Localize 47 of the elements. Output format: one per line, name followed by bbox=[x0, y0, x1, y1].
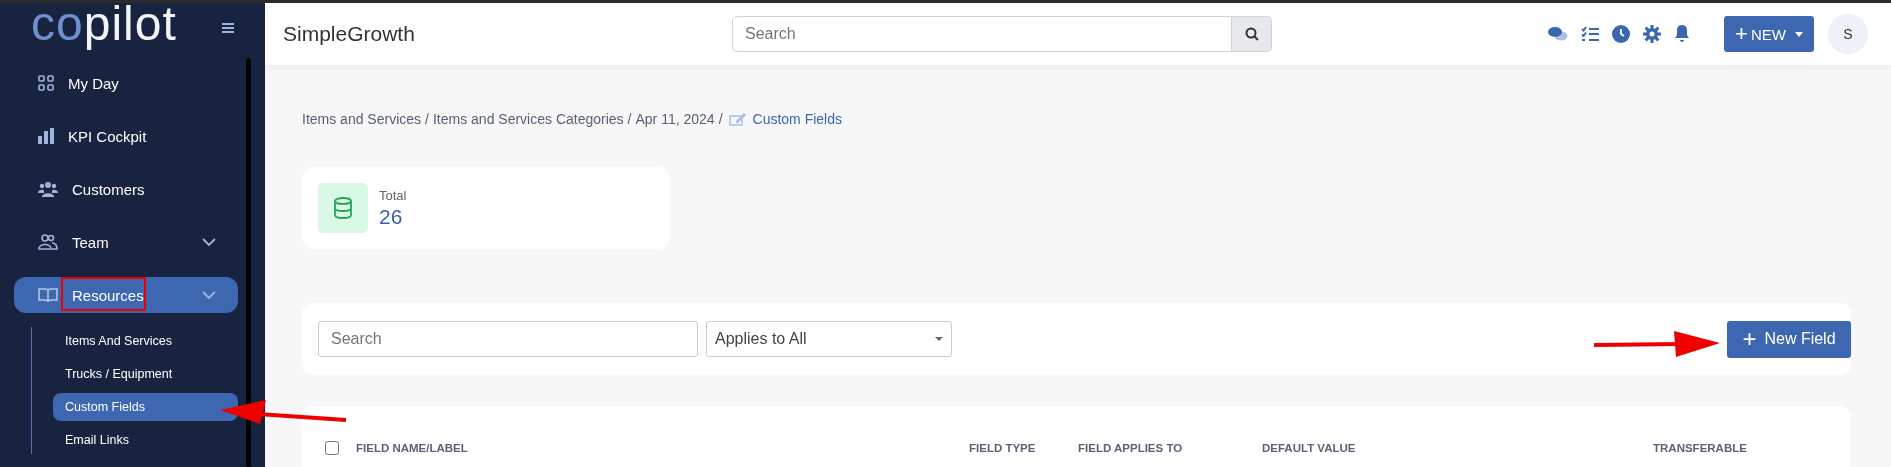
grid-icon bbox=[38, 75, 54, 91]
sidebar-subitem[interactable]: Email Links bbox=[53, 426, 238, 454]
edit-icon bbox=[728, 112, 747, 126]
stat-label: Total bbox=[379, 187, 407, 203]
sidebar-subitem[interactable]: Items And Services bbox=[53, 327, 238, 355]
sidebar-item[interactable]: Resources bbox=[14, 277, 238, 313]
sidebar-subitem[interactable]: Trucks / Equipment bbox=[53, 360, 238, 388]
bar-chart-icon bbox=[38, 128, 54, 144]
notification-bell-icon[interactable] bbox=[1674, 25, 1690, 43]
breadcrumb-link[interactable]: Items and Services Categories bbox=[432, 111, 624, 127]
settings-icon[interactable] bbox=[1643, 25, 1661, 43]
breadcrumb-separator: / bbox=[627, 111, 632, 127]
database-icon bbox=[318, 183, 368, 233]
search-field[interactable]: Search bbox=[318, 321, 698, 357]
search-icon bbox=[1244, 27, 1259, 41]
breadcrumb-separator: / bbox=[425, 111, 429, 127]
applies-to-dropdown[interactable]: Applies to All bbox=[706, 321, 952, 357]
column-header: TRANSFERABLE bbox=[1653, 442, 1748, 454]
chat-icon[interactable] bbox=[1548, 26, 1568, 42]
sidebar-item[interactable]: KPI Cockpit bbox=[14, 118, 238, 154]
new-button[interactable]: +NEW bbox=[1724, 16, 1814, 52]
search-button[interactable] bbox=[1232, 16, 1272, 52]
menu-icon[interactable] bbox=[221, 23, 234, 33]
clock-icon[interactable] bbox=[1612, 25, 1630, 43]
sidebar-item[interactable]: Team bbox=[14, 224, 238, 260]
new-field-button[interactable]: + New Field bbox=[1727, 320, 1851, 358]
breadcrumb-separator: / bbox=[718, 111, 723, 127]
book-icon bbox=[38, 287, 58, 303]
logo: copilot bbox=[31, 3, 177, 48]
sidebar-subitem[interactable]: Custom Fields bbox=[53, 393, 238, 421]
company-name: SimpleGrowth bbox=[283, 22, 416, 46]
column-header: FIELD NAME/LABEL bbox=[356, 442, 469, 454]
people-icon bbox=[38, 181, 58, 197]
breadcrumb-link[interactable]: Items and Services bbox=[302, 111, 422, 127]
breadcrumb-current: Custom Fields bbox=[752, 111, 842, 127]
breadcrumb-link[interactable]: Apr 11, 2024 bbox=[635, 111, 715, 127]
column-header: DEFAULT VALUE bbox=[1262, 442, 1357, 454]
sidebar-item[interactable]: My Day bbox=[14, 65, 238, 101]
user-avatar[interactable]: S bbox=[1828, 14, 1868, 54]
checklist-icon[interactable] bbox=[1581, 26, 1599, 42]
search-field[interactable]: Search bbox=[732, 16, 1232, 52]
select-all-checkbox[interactable] bbox=[325, 441, 339, 455]
team-icon bbox=[38, 234, 58, 250]
column-header: FIELD APPLIES TO bbox=[1078, 442, 1184, 454]
stat-value: 26 bbox=[379, 204, 404, 229]
column-header: FIELD TYPE bbox=[969, 442, 1037, 454]
sidebar-item[interactable]: Customers bbox=[14, 171, 238, 207]
